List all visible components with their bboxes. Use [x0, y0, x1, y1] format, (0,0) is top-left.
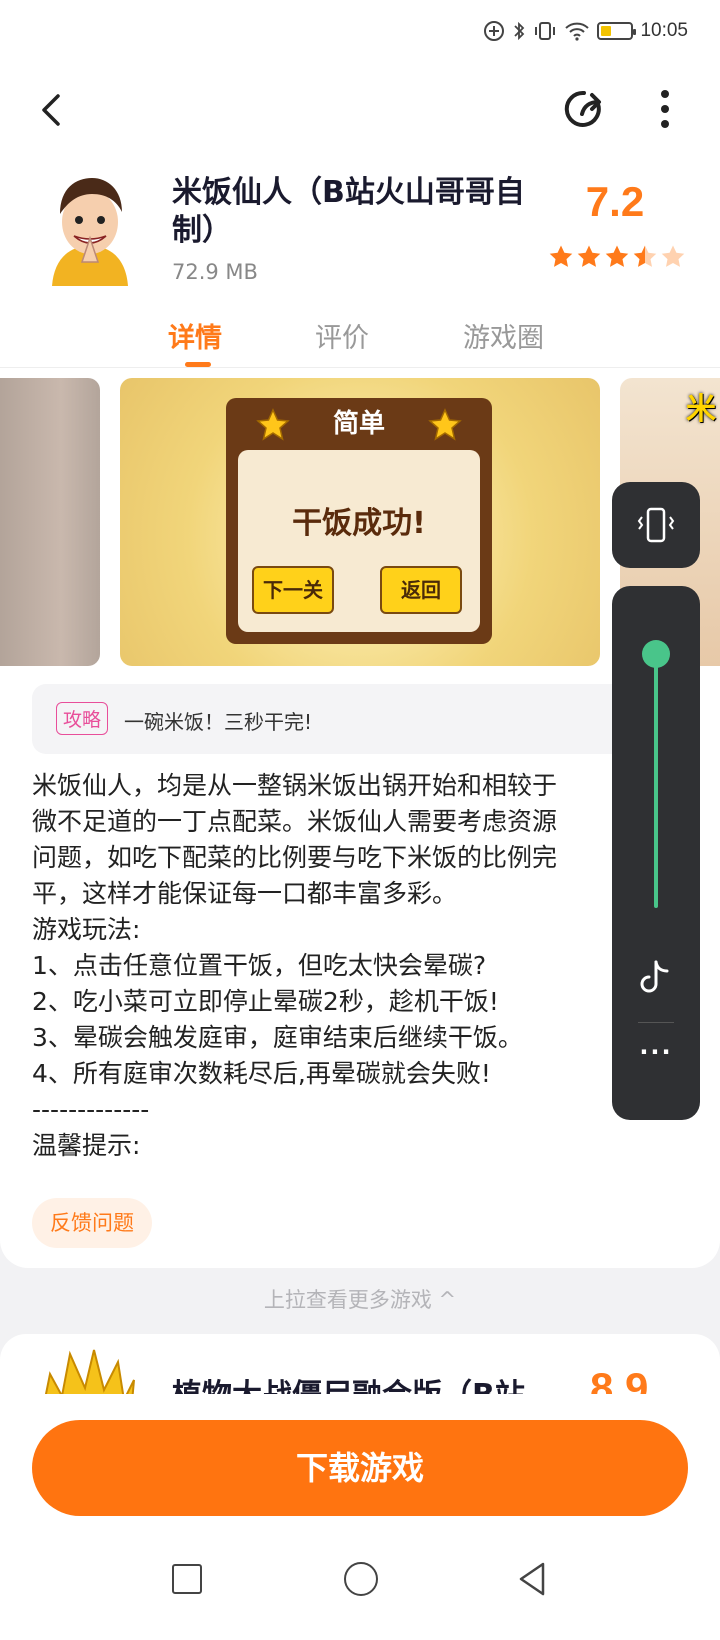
- bluetooth-icon: [514, 21, 525, 41]
- recent-apps-icon[interactable]: [172, 1564, 202, 1594]
- more-vertical-icon[interactable]: [640, 82, 690, 136]
- home-icon[interactable]: [344, 1562, 378, 1596]
- wifi-icon: [565, 22, 590, 41]
- tip-tag: 攻略: [56, 702, 109, 735]
- download-button[interactable]: 下载游戏: [32, 1420, 688, 1516]
- tab-indicator: [185, 362, 211, 367]
- panel-more-button[interactable]: ···: [612, 1038, 700, 1066]
- app-header: 米饭仙人（B站火山哥哥自制） 72.9 MB 7.2: [0, 166, 720, 300]
- app-title: 米饭仙人（B站火山哥哥自制）: [172, 175, 525, 248]
- star-icon: [428, 408, 462, 441]
- rating-star-icon: [633, 245, 657, 267]
- more-games-hint[interactable]: 上拉查看更多游戏 ^: [0, 1284, 720, 1314]
- next-game-title: 植物大战僵尸融合版（B站: [172, 1370, 525, 1394]
- dialog-message: 干饭成功!: [292, 506, 426, 541]
- status-icons: 10:05: [483, 20, 688, 42]
- tab-details[interactable]: 详情: [168, 316, 222, 355]
- app-rating: 7.2: [585, 178, 645, 225]
- rating-star-icon: [605, 245, 629, 267]
- nav-back-icon[interactable]: [515, 1560, 549, 1598]
- top-nav: [0, 66, 720, 166]
- feedback-button[interactable]: 反馈问题: [32, 1198, 152, 1248]
- next-game-rating: 8.9: [590, 1364, 649, 1394]
- rating-star-icon: [661, 245, 685, 267]
- screenshot-main[interactable]: 简单 干饭成功! 下一关 返回: [120, 378, 600, 666]
- tip-text: 一碗米饭！三秒干完!: [124, 710, 313, 734]
- volume-slider[interactable]: [654, 652, 658, 908]
- app-icon: [52, 178, 128, 286]
- vibrate-toggle[interactable]: [612, 482, 700, 568]
- tab-game-circle[interactable]: 游戏圈: [463, 316, 544, 355]
- next-game-card[interactable]: 植物大战僵尸融合版（B站 8.9: [0, 1334, 720, 1394]
- clock: 10:05: [640, 20, 688, 41]
- game-description: 米饭仙人，均是从一整锅米饭出锅开始和相较于 微不足道的一丁点配菜。米饭仙人需要考…: [32, 771, 558, 1160]
- rating-star-icon: [549, 245, 573, 267]
- battery-icon: [597, 22, 637, 40]
- float-panel: ···: [612, 586, 700, 1120]
- add-circle-icon: [484, 21, 505, 41]
- dialog-body: 干饭成功! 下一关 返回: [238, 450, 480, 632]
- tiktok-icon[interactable]: [638, 958, 674, 998]
- return-button: 返回: [380, 566, 462, 614]
- vibrate-icon: [637, 507, 675, 543]
- next-level-button: 下一关: [252, 566, 334, 614]
- volume-knob[interactable]: [642, 640, 670, 668]
- back-arrow-icon[interactable]: [28, 84, 78, 134]
- panel-divider: [638, 1022, 674, 1023]
- banner-text: 米: [686, 392, 716, 427]
- vibrate-icon: [535, 22, 556, 40]
- game-dialog: 简单 干饭成功! 下一关 返回: [226, 398, 492, 644]
- tab-bar: 详情 评价 游戏圈: [0, 300, 720, 368]
- tab-reviews[interactable]: 评价: [315, 316, 369, 355]
- share-icon[interactable]: [558, 82, 612, 136]
- strategy-tip[interactable]: 攻略 一碗米饭！三秒干完!: [32, 684, 672, 754]
- next-game-icon: [44, 1349, 135, 1394]
- bottom-bar: 下载游戏: [0, 1394, 720, 1640]
- rating-stars: [548, 244, 686, 270]
- screenshot-prev[interactable]: [0, 378, 100, 666]
- rating-star-icon: [577, 245, 601, 267]
- status-bar: 10:05: [0, 0, 720, 66]
- app-size: 72.9 MB: [172, 260, 258, 284]
